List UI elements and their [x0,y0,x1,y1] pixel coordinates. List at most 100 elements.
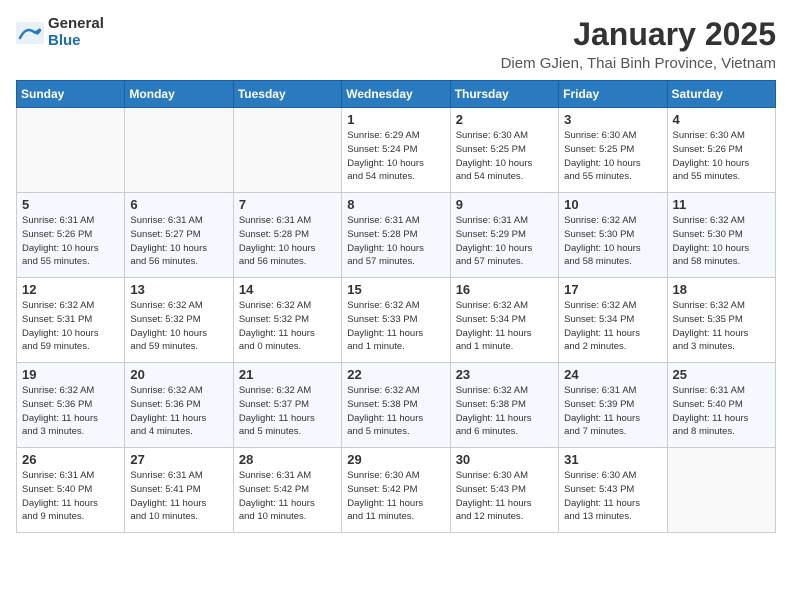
page-header: General Blue January 2025 Diem GJien, Th… [16,16,776,72]
calendar-week-row: 5 Sunrise: 6:31 AM Sunset: 5:26 PM Daylig… [17,193,776,278]
day-info: Sunrise: 6:30 AM Sunset: 5:43 PM Dayligh… [564,469,661,524]
calendar-cell: 20 Sunrise: 6:32 AM Sunset: 5:36 PM Dayli… [125,363,233,448]
day-info: Sunrise: 6:32 AM Sunset: 5:32 PM Dayligh… [130,299,227,354]
calendar-cell: 16 Sunrise: 6:32 AM Sunset: 5:34 PM Dayli… [450,278,558,363]
day-info: Sunrise: 6:31 AM Sunset: 5:39 PM Dayligh… [564,384,661,439]
day-info: Sunrise: 6:31 AM Sunset: 5:41 PM Dayligh… [130,469,227,524]
calendar-cell: 3Sunrise: 6:30 AM Sunset: 5:25 PM Daylig… [559,108,667,193]
calendar-cell: 30Sunrise: 6:30 AM Sunset: 5:43 PM Dayli… [450,448,558,533]
day-info: Sunrise: 6:32 AM Sunset: 5:32 PM Dayligh… [239,299,336,354]
day-number: 2 [456,112,553,127]
calendar-cell: 19 Sunrise: 6:32 AM Sunset: 5:36 PM Dayli… [17,363,125,448]
day-number: 16 [456,282,553,297]
day-number: 19 [22,367,119,382]
calendar-cell: 6 Sunrise: 6:31 AM Sunset: 5:27 PM Daylig… [125,193,233,278]
calendar-cell: 2 Sunrise: 6:30 AM Sunset: 5:25 PM Daylig… [450,108,558,193]
weekday-header: Wednesday [342,81,450,108]
weekday-header-row: SundayMondayTuesdayWednesdayThursdayFrid… [17,81,776,108]
calendar-cell: 11 Sunrise: 6:32 AM Sunset: 5:30 PM Dayli… [667,193,775,278]
day-number: 28 [239,452,336,467]
calendar-cell: 31 Sunrise: 6:30 AM Sunset: 5:43 PM Dayli… [559,448,667,533]
day-number: 15 [347,282,444,297]
day-number: 18 [673,282,770,297]
calendar-cell: 9Sunrise: 6:31 AM Sunset: 5:29 PM Daylig… [450,193,558,278]
day-number: 3 [564,112,661,127]
calendar-cell: 15 Sunrise: 6:32 AM Sunset: 5:33 PM Dayli… [342,278,450,363]
day-info: Sunrise: 6:31 AM Sunset: 5:29 PM Dayligh… [456,214,553,269]
day-info: Sunrise: 6:31 AM Sunset: 5:42 PM Dayligh… [239,469,336,524]
calendar-cell: 8 Sunrise: 6:31 AM Sunset: 5:28 PM Daylig… [342,193,450,278]
day-info: Sunrise: 6:32 AM Sunset: 5:30 PM Dayligh… [564,214,661,269]
weekday-header: Sunday [17,81,125,108]
day-info: Sunrise: 6:32 AM Sunset: 5:36 PM Dayligh… [130,384,227,439]
day-info: Sunrise: 6:32 AM Sunset: 5:33 PM Dayligh… [347,299,444,354]
day-number: 17 [564,282,661,297]
calendar-cell: 29Sunrise: 6:30 AM Sunset: 5:42 PM Dayli… [342,448,450,533]
weekday-header: Monday [125,81,233,108]
calendar-cell [233,108,341,193]
calendar-table: SundayMondayTuesdayWednesdayThursdayFrid… [16,80,776,533]
weekday-header: Saturday [667,81,775,108]
calendar-cell: 25Sunrise: 6:31 AM Sunset: 5:40 PM Dayli… [667,363,775,448]
day-info: Sunrise: 6:30 AM Sunset: 5:26 PM Dayligh… [673,129,770,184]
day-info: Sunrise: 6:31 AM Sunset: 5:27 PM Dayligh… [130,214,227,269]
day-number: 7 [239,197,336,212]
calendar-subtitle: Diem GJien, Thai Binh Province, Vietnam [501,55,776,72]
day-number: 8 [347,197,444,212]
day-number: 6 [130,197,227,212]
calendar-week-row: 1Sunrise: 6:29 AM Sunset: 5:24 PM Daylig… [17,108,776,193]
day-number: 30 [456,452,553,467]
calendar-cell: 14 Sunrise: 6:32 AM Sunset: 5:32 PM Dayli… [233,278,341,363]
day-info: Sunrise: 6:32 AM Sunset: 5:34 PM Dayligh… [456,299,553,354]
calendar-cell: 22Sunrise: 6:32 AM Sunset: 5:38 PM Dayli… [342,363,450,448]
calendar-cell: 21 Sunrise: 6:32 AM Sunset: 5:37 PM Dayli… [233,363,341,448]
calendar-week-row: 12Sunrise: 6:32 AM Sunset: 5:31 PM Dayli… [17,278,776,363]
weekday-header: Friday [559,81,667,108]
day-number: 24 [564,367,661,382]
calendar-cell [667,448,775,533]
day-number: 22 [347,367,444,382]
day-number: 4 [673,112,770,127]
day-number: 11 [673,197,770,212]
day-info: Sunrise: 6:31 AM Sunset: 5:28 PM Dayligh… [239,214,336,269]
calendar-cell [125,108,233,193]
logo: General Blue [16,16,104,49]
day-info: Sunrise: 6:32 AM Sunset: 5:30 PM Dayligh… [673,214,770,269]
day-number: 14 [239,282,336,297]
day-info: Sunrise: 6:32 AM Sunset: 5:35 PM Dayligh… [673,299,770,354]
calendar-cell: 7 Sunrise: 6:31 AM Sunset: 5:28 PM Daylig… [233,193,341,278]
day-info: Sunrise: 6:32 AM Sunset: 5:34 PM Dayligh… [564,299,661,354]
calendar-cell: 24 Sunrise: 6:31 AM Sunset: 5:39 PM Dayli… [559,363,667,448]
day-number: 26 [22,452,119,467]
day-number: 1 [347,112,444,127]
day-info: Sunrise: 6:32 AM Sunset: 5:38 PM Dayligh… [456,384,553,439]
day-info: Sunrise: 6:31 AM Sunset: 5:28 PM Dayligh… [347,214,444,269]
day-number: 27 [130,452,227,467]
calendar-cell: 26Sunrise: 6:31 AM Sunset: 5:40 PM Dayli… [17,448,125,533]
day-info: Sunrise: 6:32 AM Sunset: 5:31 PM Dayligh… [22,299,119,354]
logo-icon [16,22,44,44]
day-info: Sunrise: 6:30 AM Sunset: 5:25 PM Dayligh… [456,129,553,184]
day-number: 13 [130,282,227,297]
day-info: Sunrise: 6:32 AM Sunset: 5:36 PM Dayligh… [22,384,119,439]
calendar-cell: 28 Sunrise: 6:31 AM Sunset: 5:42 PM Dayli… [233,448,341,533]
day-number: 5 [22,197,119,212]
calendar-cell: 27 Sunrise: 6:31 AM Sunset: 5:41 PM Dayli… [125,448,233,533]
logo-text: General Blue [48,16,104,49]
day-info: Sunrise: 6:30 AM Sunset: 5:42 PM Dayligh… [347,469,444,524]
day-info: Sunrise: 6:31 AM Sunset: 5:26 PM Dayligh… [22,214,119,269]
calendar-cell: 1Sunrise: 6:29 AM Sunset: 5:24 PM Daylig… [342,108,450,193]
calendar-week-row: 26Sunrise: 6:31 AM Sunset: 5:40 PM Dayli… [17,448,776,533]
calendar-cell: 13 Sunrise: 6:32 AM Sunset: 5:32 PM Dayli… [125,278,233,363]
weekday-header: Thursday [450,81,558,108]
day-number: 21 [239,367,336,382]
day-number: 31 [564,452,661,467]
calendar-cell: 18 Sunrise: 6:32 AM Sunset: 5:35 PM Dayli… [667,278,775,363]
day-info: Sunrise: 6:32 AM Sunset: 5:37 PM Dayligh… [239,384,336,439]
day-number: 20 [130,367,227,382]
calendar-cell: 12Sunrise: 6:32 AM Sunset: 5:31 PM Dayli… [17,278,125,363]
day-info: Sunrise: 6:31 AM Sunset: 5:40 PM Dayligh… [673,384,770,439]
logo-blue: Blue [48,33,104,50]
day-number: 10 [564,197,661,212]
calendar-cell [17,108,125,193]
